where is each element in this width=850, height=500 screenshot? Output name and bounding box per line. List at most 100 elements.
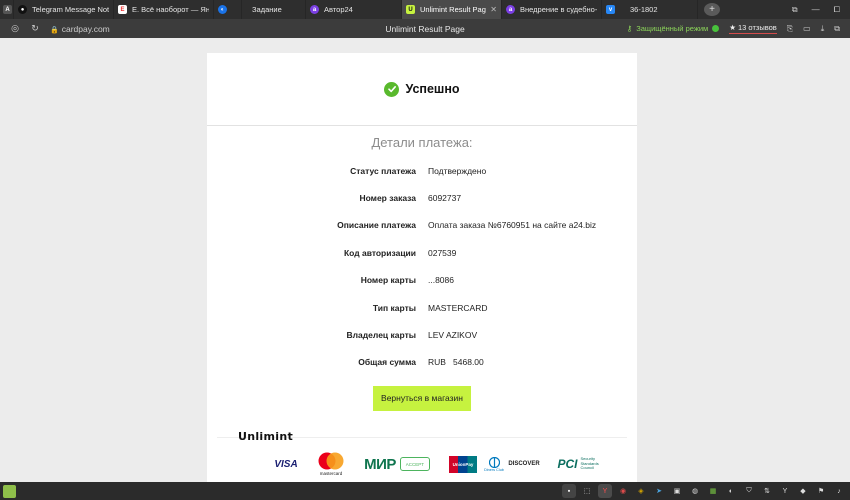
tab-label: Е. Всё наоборот — Янд: [132, 5, 209, 14]
mir-text: МИР: [364, 455, 396, 473]
tab-vnedrenie[interactable]: a Внедрение в судебно-э: [502, 0, 602, 19]
detail-label: Общая сумма: [358, 357, 416, 368]
tabs-overview-icon[interactable]: ⧉: [792, 5, 798, 15]
app-icon[interactable]: ◐: [724, 484, 738, 498]
files-icon[interactable]: ▪: [562, 484, 576, 498]
mir-accept-badge: ACCEPT: [399, 457, 430, 471]
battery-icon[interactable]: ▭: [803, 24, 811, 33]
telegram-icon[interactable]: ➤: [652, 484, 666, 498]
address-bar: ◎ ↻ 🔒 cardpay.com Unlimint Result Page ⚷ …: [0, 19, 850, 38]
window-controls: ⧉ — ⧠: [792, 5, 850, 15]
site-icon: ◐: [218, 5, 227, 14]
network-icon[interactable]: ⇅: [760, 484, 774, 498]
mir-logo: МИР ACCEPT: [359, 456, 435, 473]
url-text: cardpay.com: [61, 23, 110, 34]
detail-value: LEV AZIKOV: [428, 330, 478, 341]
detail-value: MASTERCARD: [428, 302, 488, 313]
volume-icon[interactable]: ♪: [832, 484, 846, 498]
app-icon[interactable]: ◍: [688, 484, 702, 498]
detail-value: 6092737: [428, 193, 462, 204]
tab-label: Внедрение в судебно-э: [520, 5, 597, 14]
protected-mode-indicator: [712, 25, 720, 32]
system-tray: ▪ ⬚ Y ◉ ◈ ➤ ▣ ◍ ▦ ◐ ⛉ ⇅ Y ◆ ⚑ ♪: [562, 484, 850, 498]
flag-icon[interactable]: ⚑: [814, 484, 828, 498]
yandex-browser-icon[interactable]: Y: [598, 484, 612, 498]
detail-value: ...8086: [428, 275, 454, 286]
pci-logo: PCI Security Standards Council: [553, 457, 613, 471]
detail-label: Статус платежа: [350, 165, 416, 176]
reload-icon[interactable]: ↻: [30, 23, 40, 34]
tab-label: Задание: [252, 5, 282, 14]
app-icon[interactable]: ▣: [670, 484, 684, 498]
tab-yandex[interactable]: E Е. Всё наоборот — Янд: [114, 0, 214, 19]
reviews-link[interactable]: ★ 13 отзывов: [729, 23, 777, 34]
tab-telegram[interactable]: ● Telegram Message Notif: [14, 0, 114, 19]
detail-row-description: Описание платежа Оплата заказа №6760951 …: [207, 212, 637, 239]
detail-value: RUB 5468.00: [428, 357, 484, 368]
details-list: Статус платежа Подтверждено Номер заказа…: [207, 157, 637, 376]
detail-label: Тип карты: [372, 302, 416, 313]
detail-row-auth-code: Код авторизации 027539: [207, 239, 637, 266]
browser-tab-bar: A ● Telegram Message Notif E Е. Всё наоб…: [0, 0, 850, 19]
status-title: Успешно: [405, 82, 460, 96]
new-tab-button[interactable]: +: [704, 3, 720, 16]
tab-zadanie[interactable]: Задание: [242, 0, 306, 19]
url-field[interactable]: 🔒 cardpay.com: [50, 24, 110, 34]
unlimint-icon: U: [406, 5, 415, 14]
diners-label: Diners Club: [484, 467, 504, 472]
detail-row-status: Статус платежа Подтверждено: [207, 157, 637, 184]
github-icon: ●: [18, 5, 27, 14]
detail-label: Номер карты: [360, 275, 416, 286]
details-title: Детали платежа:: [371, 135, 473, 150]
tab-menu-button[interactable]: A: [0, 0, 14, 19]
yandex-icon[interactable]: Y: [778, 484, 792, 498]
app-icon[interactable]: ◈: [634, 484, 648, 498]
detail-row-card-number: Номер карты ...8086: [207, 267, 637, 294]
payment-result-card: Успешно Детали платежа: Статус платежа П…: [207, 53, 637, 483]
mastercard-label: mastercard: [319, 471, 343, 476]
tab-unnamed[interactable]: ◐: [214, 0, 242, 19]
detail-label: Описание платежа: [337, 220, 416, 231]
return-to-shop-button[interactable]: Вернуться в магазин: [373, 386, 471, 412]
diners-circle-icon: [488, 456, 500, 468]
shield-icon[interactable]: ◎: [10, 23, 20, 34]
unionpay-logo: UnionPay: [449, 455, 477, 473]
app-icon[interactable]: ◆: [796, 484, 810, 498]
detail-row-card-type: Тип карты MASTERCARD: [207, 294, 637, 321]
download-icon[interactable]: ⤓: [821, 24, 825, 34]
diners-logo: Diners Club: [483, 456, 505, 472]
key-icon: ⚷: [626, 24, 633, 33]
pci-sub-text: Security Standards Council: [580, 456, 599, 471]
app-icon[interactable]: ◉: [616, 484, 630, 498]
detail-row-order: Номер заказа 6092737: [207, 184, 637, 211]
mastercard-circles-icon: [318, 452, 344, 470]
check-icon: [384, 81, 400, 97]
detail-label: Код авторизации: [343, 247, 416, 258]
bookmark-icon[interactable]: ⎘: [787, 24, 793, 34]
restore-icon[interactable]: ⧠: [834, 5, 840, 15]
start-menu-icon[interactable]: [3, 484, 16, 498]
detail-row-total: Общая сумма RUB 5468.00: [207, 349, 637, 376]
protected-mode[interactable]: ⚷ Защищённый режим: [626, 24, 720, 33]
extensions-icon[interactable]: ⧉: [834, 24, 840, 34]
close-tab-icon[interactable]: ✕: [486, 5, 497, 14]
unlimint-logo: Unlimint: [238, 430, 294, 443]
tab-avtor24[interactable]: a Автор24: [306, 0, 402, 19]
detail-label: Владелец карты: [346, 330, 416, 341]
yandex-e-icon: E: [118, 5, 127, 14]
avtor24-icon: a: [506, 5, 515, 14]
app-icon[interactable]: ▦: [706, 484, 720, 498]
terminal-icon[interactable]: ⬚: [580, 484, 594, 498]
tab-unlimint-result[interactable]: U Unlimint Result Page ✕: [402, 0, 502, 19]
pci-text: PCI: [557, 457, 578, 471]
avtor24-icon: a: [310, 5, 319, 14]
detail-row-card-holder: Владелец карты LEV AZIKOV: [207, 321, 637, 348]
tab-label: Unlimint Result Page: [420, 5, 487, 14]
tab-36-1802[interactable]: v 36-1802: [602, 0, 698, 19]
minimize-icon[interactable]: —: [812, 5, 820, 14]
page-content: Успешно Детали платежа: Статус платежа П…: [0, 38, 850, 483]
shield-icon[interactable]: ⛉: [742, 484, 756, 498]
mastercard-logo: mastercard: [315, 452, 347, 476]
detail-value: Оплата заказа №6760951 на сайте a24.biz: [428, 220, 597, 231]
vk-icon: v: [606, 5, 615, 14]
